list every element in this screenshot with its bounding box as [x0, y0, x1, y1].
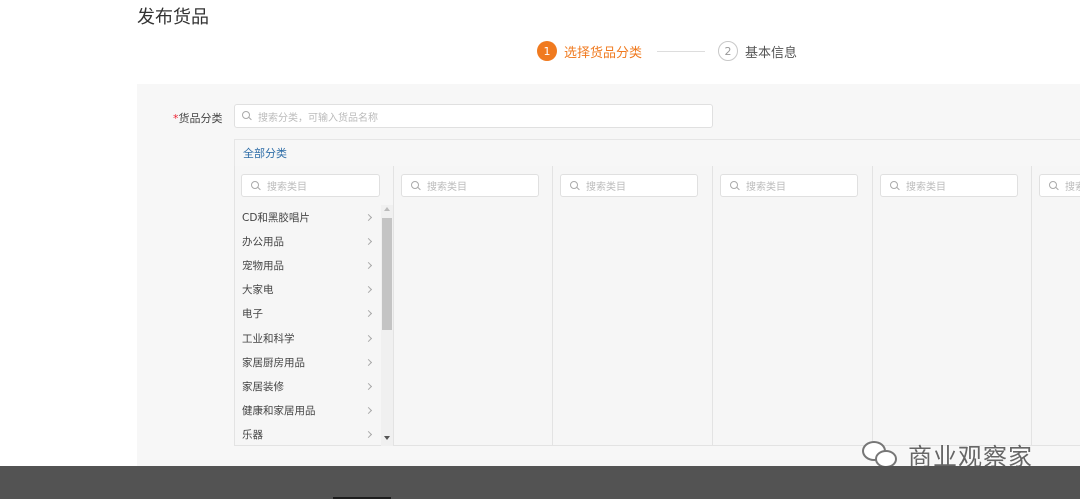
scroll-thumb[interactable] [382, 218, 392, 330]
category-list-item[interactable]: 大家电 [235, 278, 381, 302]
category-item-label: 电子 [242, 308, 263, 321]
category-list-item[interactable]: 工业和科学 [235, 326, 381, 350]
category-item-label: 家居厨房用品 [242, 356, 305, 369]
column-search-placeholder: 搜索类目 [746, 182, 786, 193]
category-field-label: *货品分类 [173, 110, 223, 126]
category-item-label: 工业和科学 [242, 332, 295, 345]
category-list-item[interactable]: 家居装修 [235, 374, 381, 398]
category-column-2: 搜索类目 [393, 166, 553, 446]
category-list: CD和黑胶唱片 办公用品宠物用品大家电电子工业和科学家居厨房用品 家居装修健康和家居… [235, 205, 381, 447]
chevron-right-icon [364, 334, 373, 342]
category-item-label: 大家电 [242, 284, 274, 297]
column-2-search-input[interactable]: 搜索类目 [401, 174, 539, 197]
category-item-label: 宠物用品 [242, 259, 284, 272]
category-item-label: CD和黑胶唱片 [242, 211, 310, 224]
scroll-down-arrow-icon[interactable] [384, 436, 390, 440]
category-list-item[interactable]: CD和黑胶唱片 [235, 205, 381, 229]
category-list-item[interactable]: 电子 [235, 302, 381, 326]
category-columns: 搜索类目 CD和黑胶唱片 办公用品宠物用品大家电电子工业和科学家居厨房用品 家居装修… [234, 166, 1080, 446]
all-categories-link[interactable]: 全部分类 [243, 145, 287, 161]
category-list-item[interactable]: 乐器 [235, 423, 381, 447]
category-list-item[interactable]: 宠物用品 [235, 253, 381, 277]
search-icon [730, 180, 740, 191]
search-icon [890, 180, 900, 191]
step-divider [657, 50, 706, 52]
category-list-item[interactable]: 健康和家居用品 [235, 399, 381, 423]
scroll-up-arrow-icon[interactable] [384, 207, 390, 211]
category-list-item[interactable]: 家居厨房用品 [235, 350, 381, 374]
column-5-search-input[interactable]: 搜索类目 [880, 174, 1018, 197]
chevron-right-icon [364, 407, 373, 415]
column-search-placeholder: 搜索类目 [586, 182, 626, 193]
page-title: 发布货品 [137, 7, 209, 28]
column-3-search-input[interactable]: 搜索类目 [560, 174, 698, 197]
category-item-label: 家居装修 [242, 380, 284, 393]
chevron-right-icon [364, 358, 373, 366]
wechat-icon [862, 440, 900, 469]
column-search-placeholder-truncated: 搜索 [1065, 182, 1080, 193]
publish-goods-page: 发布货品 1 选择货品分类 2 基本信息 *货品分类 搜索分类，可输入货品名称 … [0, 0, 1080, 499]
category-item-label: 健康和家居用品 [242, 405, 316, 418]
category-list-item[interactable]: 办公用品 [235, 229, 381, 253]
all-categories-header: 全部分类 [234, 139, 1080, 167]
category-column-1: 搜索类目 CD和黑胶唱片 办公用品宠物用品大家电电子工业和科学家居厨房用品 家居装修… [234, 166, 394, 446]
column-4-search-input[interactable]: 搜索类目 [720, 174, 858, 197]
chevron-right-icon [364, 237, 373, 245]
chevron-right-icon [364, 382, 373, 390]
category-item-label: 办公用品 [242, 235, 284, 248]
category-list-scrollbar[interactable] [381, 205, 393, 446]
column-1-search-input[interactable]: 搜索类目 [241, 174, 380, 197]
category-item-label: 乐器 [242, 429, 263, 442]
search-icon [1049, 180, 1059, 191]
step-indicator: 1 选择货品分类 2 基本信息 [537, 40, 797, 62]
chevron-right-icon [364, 213, 373, 221]
chevron-right-icon [364, 431, 373, 439]
search-icon [242, 111, 252, 121]
search-icon [411, 180, 421, 191]
step-2-number: 2 [718, 41, 739, 61]
category-label-text: 货品分类 [178, 112, 223, 125]
category-column-3: 搜索类目 [552, 166, 712, 446]
category-search-input[interactable]: 搜索分类，可输入货品名称 [234, 104, 713, 128]
search-icon [251, 180, 261, 191]
column-search-placeholder: 搜索类目 [427, 182, 467, 193]
chevron-right-icon [364, 310, 373, 318]
category-column-6: 搜索 [1031, 166, 1080, 446]
column-search-placeholder: 搜索类目 [267, 182, 307, 193]
step-2-label: 基本信息 [745, 45, 798, 61]
category-column-5: 搜索类目 [872, 166, 1032, 446]
chevron-right-icon [364, 261, 373, 270]
chevron-right-icon [364, 286, 373, 294]
category-column-4: 搜索类目 [712, 166, 872, 446]
step-1-number: 1 [537, 41, 557, 61]
category-search-placeholder: 搜索分类，可输入货品名称 [258, 112, 378, 124]
search-icon [570, 180, 580, 191]
bottom-bar [0, 466, 1080, 499]
column-search-placeholder: 搜索类目 [906, 182, 946, 193]
step-1-label: 选择货品分类 [564, 45, 643, 61]
column-6-search-input[interactable]: 搜索 [1039, 174, 1080, 197]
